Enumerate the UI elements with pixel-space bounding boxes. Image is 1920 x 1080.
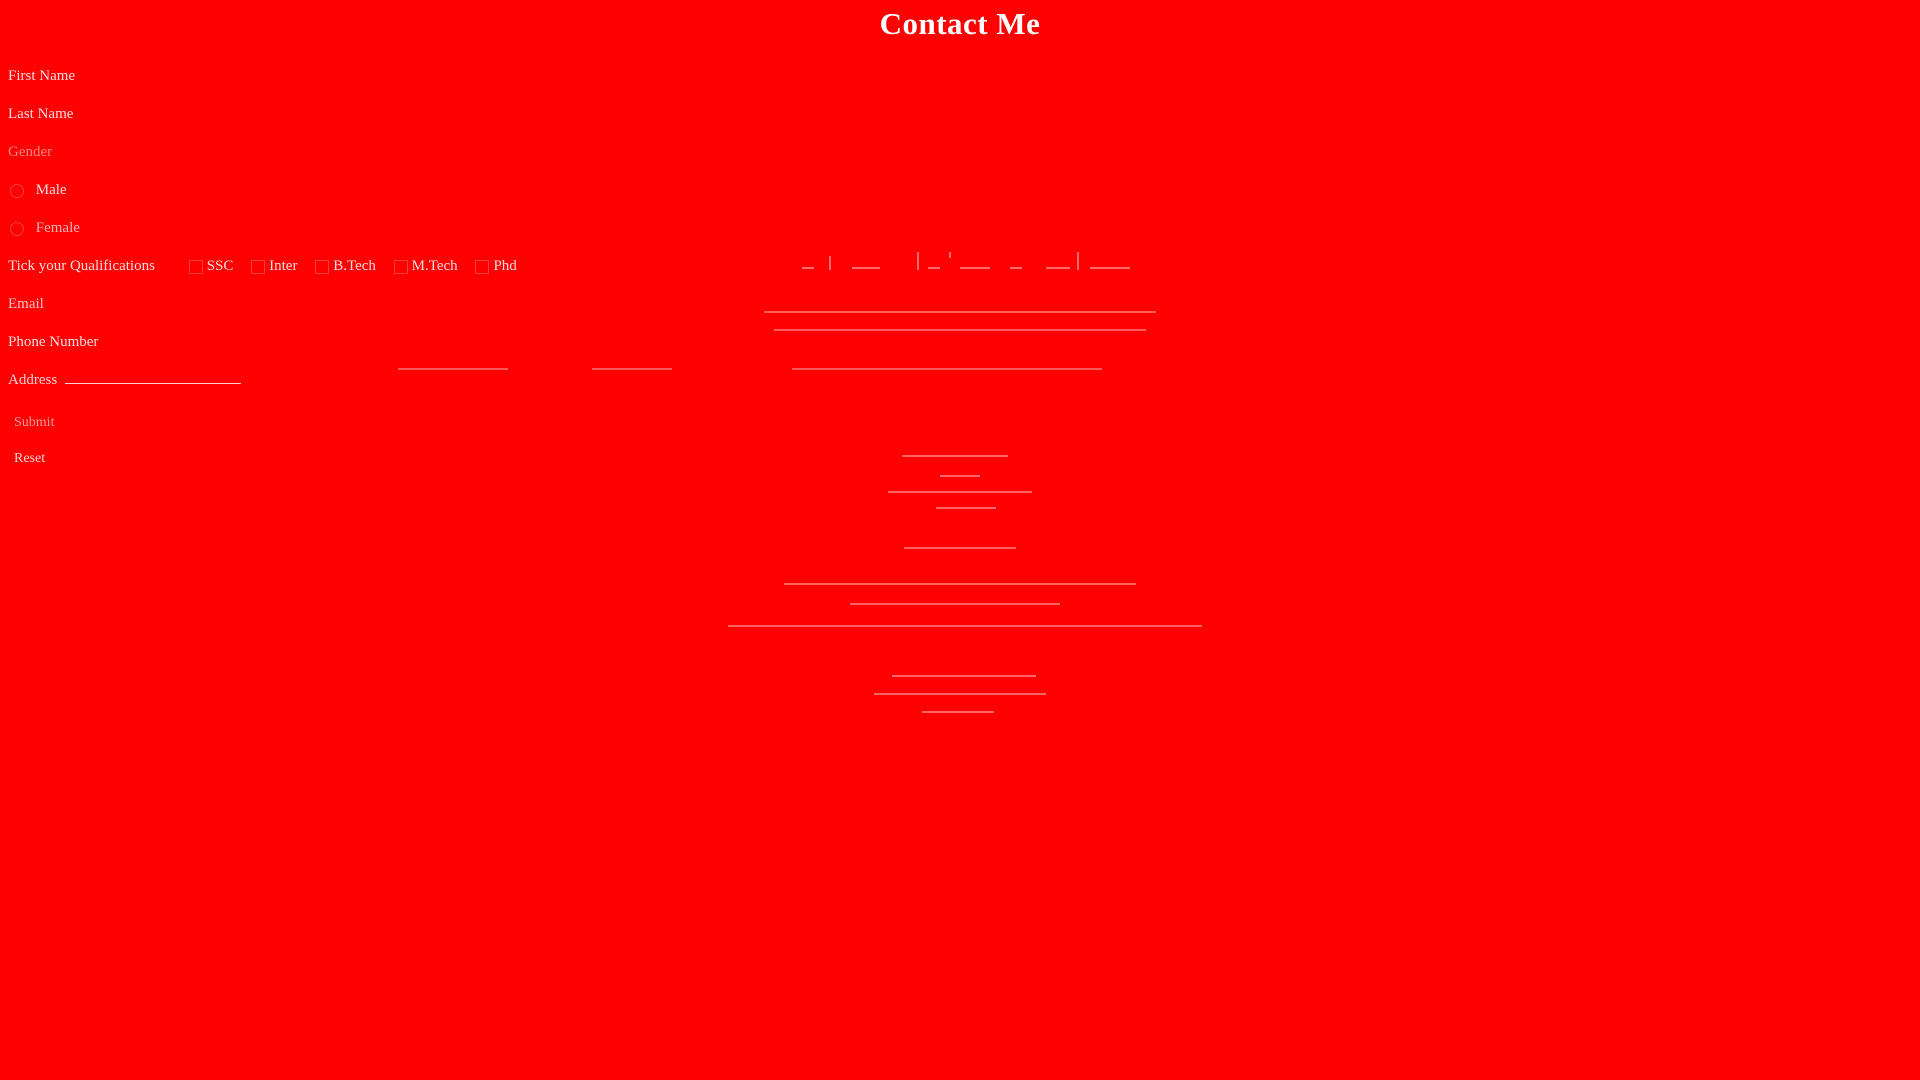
- phone-label: Phone Number: [8, 334, 99, 350]
- center-block-1: [880, 448, 1040, 514]
- info-paragraph-glyphs: [764, 311, 1156, 331]
- page-title: Contact Me: [879, 6, 1041, 41]
- contact-page: Contact Me First Name Last Name Gender M…: [0, 0, 1920, 1080]
- center-block-1-glyphs: [888, 455, 1032, 509]
- female-radio[interactable]: [10, 221, 24, 236]
- female-label: Female: [35, 220, 80, 236]
- email-label: Email: [8, 296, 44, 312]
- center-block-4: [870, 668, 1050, 718]
- first-name-label: First Name: [8, 68, 76, 84]
- ssc-label: SSC: [206, 258, 234, 274]
- last-name-row: Last Name: [8, 104, 73, 124]
- btech-option[interactable]: B.Tech: [315, 256, 376, 276]
- qualifications-label: Tick your Qualifications: [8, 258, 155, 274]
- btech-checkbox[interactable]: [315, 259, 330, 274]
- center-block-3: [720, 576, 1210, 632]
- address-label: Address: [8, 372, 58, 388]
- reset-button[interactable]: Reset: [14, 451, 45, 467]
- links-row-block: [396, 360, 1116, 376]
- mtech-option[interactable]: M.Tech: [393, 256, 458, 276]
- gender-female-row: Female: [10, 218, 80, 238]
- email-row: Email: [8, 294, 44, 314]
- center-block-2: [900, 540, 1020, 552]
- address-row: Address: [8, 370, 241, 390]
- mtech-checkbox[interactable]: [393, 259, 408, 274]
- submit-row: Submit: [14, 412, 54, 432]
- inter-label: Inter: [269, 258, 298, 274]
- center-block-4-glyphs: [874, 675, 1046, 713]
- male-radio[interactable]: [10, 183, 24, 198]
- ssc-checkbox[interactable]: [188, 259, 203, 274]
- info-headline-glyphs: [802, 252, 1130, 270]
- gender-row: Gender: [8, 142, 52, 162]
- phd-label: Phd: [493, 258, 517, 274]
- ssc-option[interactable]: SSC: [188, 256, 234, 276]
- gender-male-row: Male: [10, 180, 67, 200]
- center-block-3-glyphs: [728, 583, 1202, 627]
- info-paragraph-block: [760, 304, 1160, 338]
- phone-row: Phone Number: [8, 332, 98, 352]
- reset-row: Reset: [14, 448, 45, 468]
- first-name-row: First Name: [8, 66, 75, 86]
- inter-checkbox[interactable]: [251, 259, 266, 274]
- inter-option[interactable]: Inter: [251, 256, 297, 276]
- mtech-label: M.Tech: [411, 258, 458, 274]
- phd-checkbox[interactable]: [475, 259, 490, 274]
- gender-label: Gender: [8, 144, 53, 160]
- qualifications-row: Tick your Qualifications SSC Inter B.Tec…: [8, 256, 517, 276]
- male-label: Male: [35, 182, 67, 198]
- last-name-label: Last Name: [8, 106, 74, 122]
- btech-label: B.Tech: [333, 258, 376, 274]
- submit-button[interactable]: Submit: [14, 415, 54, 431]
- center-block-2-glyphs: [904, 547, 1016, 549]
- phd-option[interactable]: Phd: [475, 256, 517, 276]
- address-textarea[interactable]: [64, 371, 241, 384]
- links-row-glyphs: [398, 368, 1102, 370]
- info-headline-block: [800, 248, 1150, 274]
